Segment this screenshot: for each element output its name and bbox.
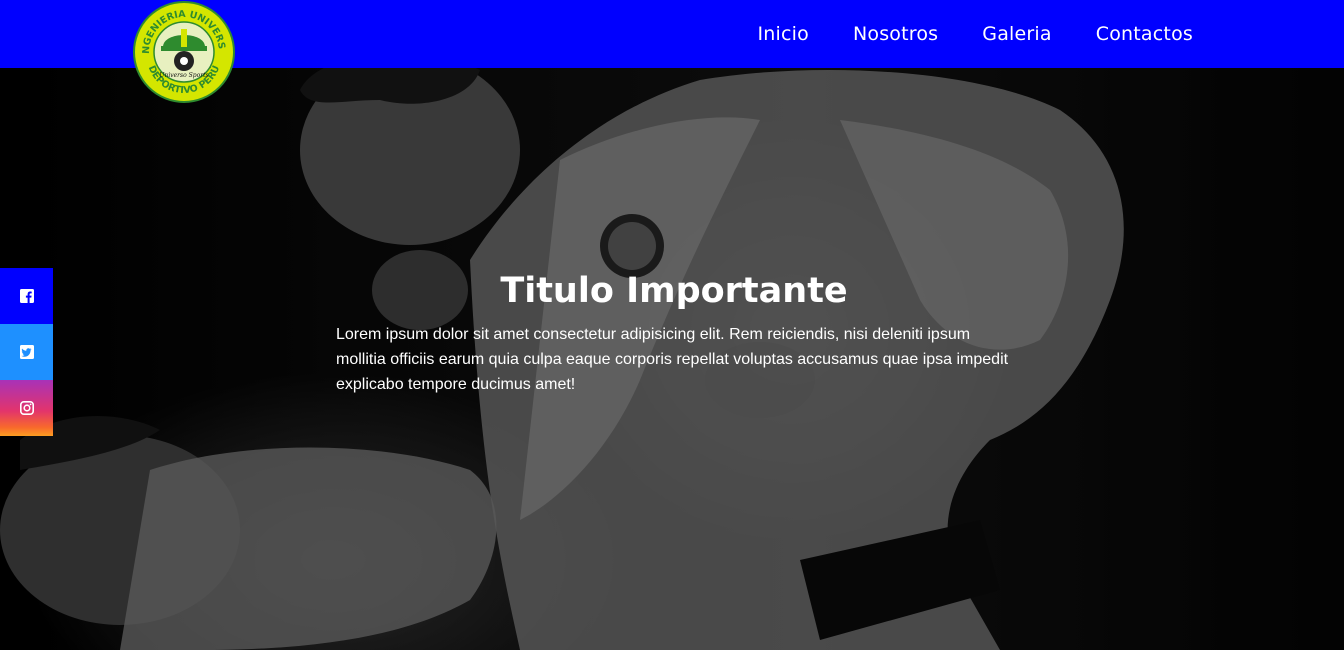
facebook-icon <box>19 289 34 303</box>
site-logo[interactable]: INGENIERIA UNIVERSO DEPORTIVO PERÚ Unive… <box>129 0 235 103</box>
nav-link-contactos[interactable]: Contactos <box>1096 23 1193 45</box>
instagram-button[interactable] <box>0 380 53 436</box>
main-nav: Inicio Nosotros Galeria Contactos <box>757 0 1193 68</box>
twitter-button[interactable] <box>0 324 53 380</box>
nav-link-galeria[interactable]: Galeria <box>982 23 1051 45</box>
hero-title: Titulo Importante <box>500 271 848 311</box>
twitter-icon <box>19 345 34 359</box>
nav-link-nosotros[interactable]: Nosotros <box>853 23 938 45</box>
facebook-button[interactable] <box>0 268 53 324</box>
hero-description: Lorem ipsum dolor sit amet consectetur a… <box>336 326 1009 393</box>
social-sidebar <box>0 268 53 436</box>
nav-link-inicio[interactable]: Inicio <box>757 23 808 45</box>
hero-content: Titulo Importante Lorem ipsum dolor sit … <box>336 268 1012 397</box>
page: Inicio Nosotros Galeria Contactos INGENI… <box>0 0 1344 650</box>
instagram-icon <box>19 401 34 415</box>
svg-text:Universo Sports: Universo Sports <box>159 72 208 79</box>
